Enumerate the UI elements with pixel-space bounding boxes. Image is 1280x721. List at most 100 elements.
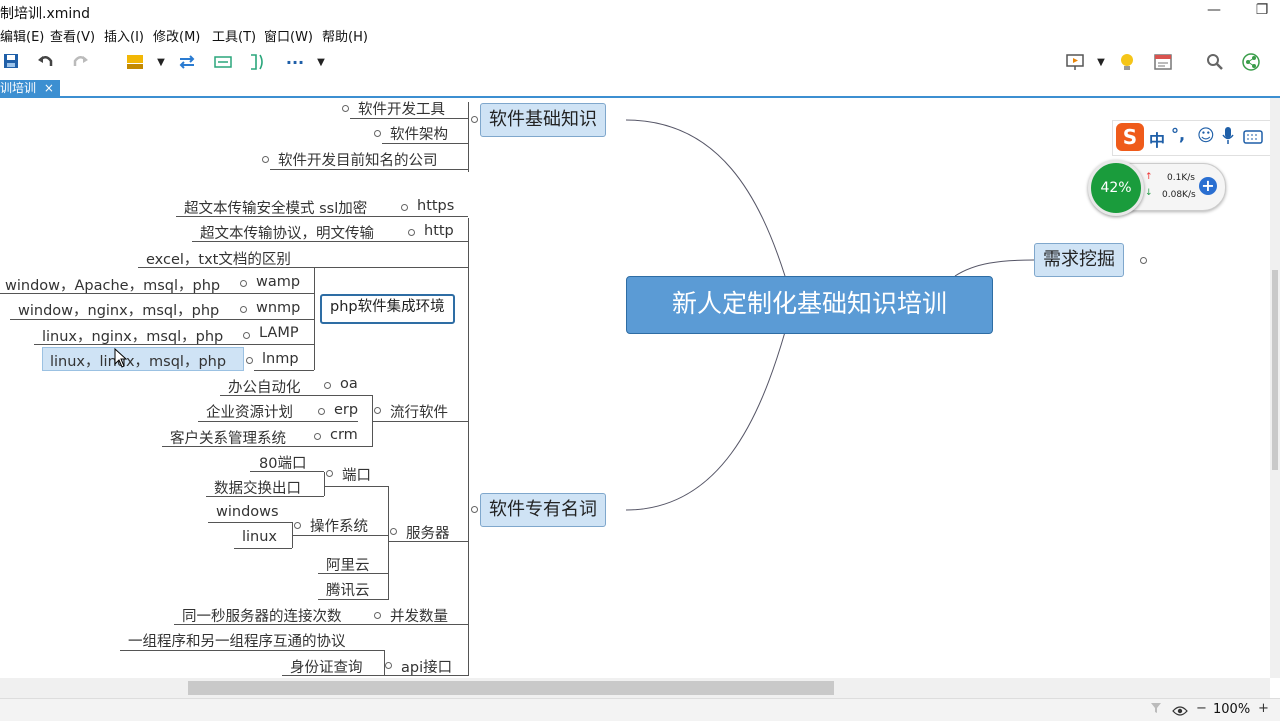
collapse-toggle[interactable]: [471, 116, 478, 123]
port-data-label[interactable]: 数据交换出口: [214, 477, 301, 498]
topic-style-icon[interactable]: [124, 52, 146, 74]
erp-label[interactable]: erp: [334, 402, 358, 418]
tab-mindmap[interactable]: 训培训 ×: [0, 80, 60, 96]
linux-label[interactable]: linux: [242, 529, 277, 545]
menu-tools[interactable]: 工具(T): [212, 26, 256, 45]
central-topic[interactable]: 新人定制化基础知识培训: [626, 276, 993, 334]
underline: [234, 548, 292, 549]
server-label[interactable]: 服务器: [406, 522, 450, 543]
topic-terms[interactable]: 软件专有名词: [480, 493, 606, 527]
chevron-down-icon[interactable]: ▼: [150, 52, 172, 74]
ime-punct-mode[interactable]: °,: [1171, 125, 1185, 144]
lamp-desc[interactable]: linux，nginx，msql，php: [42, 325, 223, 346]
port80-label[interactable]: 80端口: [259, 452, 306, 473]
menu-help[interactable]: 帮助(H): [322, 26, 368, 45]
port-label[interactable]: 端口: [342, 464, 371, 485]
chevron-down-icon[interactable]: ▼: [310, 52, 332, 74]
crm-label[interactable]: crm: [330, 427, 358, 443]
filter-icon[interactable]: [1150, 702, 1162, 717]
relationship-icon[interactable]: [176, 52, 198, 74]
crm-desc[interactable]: 客户关系管理系统: [170, 427, 286, 448]
concurrency-label[interactable]: 并发数量: [390, 605, 448, 626]
bullet: [374, 407, 381, 414]
oa-label[interactable]: oa: [340, 376, 358, 392]
tencent-label[interactable]: 腾讯云: [326, 579, 370, 600]
more-icon[interactable]: ···: [284, 52, 306, 74]
eye-icon[interactable]: [1172, 702, 1188, 721]
save-icon[interactable]: [0, 52, 22, 74]
http-desc[interactable]: 超文本传输协议，明文传输: [200, 222, 374, 243]
bullet: [324, 382, 331, 389]
wamp-label[interactable]: wamp: [256, 274, 300, 290]
http-label[interactable]: http: [424, 223, 454, 239]
windows-label[interactable]: windows: [216, 504, 279, 520]
presentation-icon[interactable]: [1064, 52, 1086, 74]
emoji-icon[interactable]: ☺: [1197, 126, 1215, 146]
lamp-label[interactable]: LAMP: [259, 325, 299, 341]
collapse-toggle[interactable]: [471, 506, 478, 513]
wnmp-label[interactable]: wnmp: [256, 300, 300, 316]
zoom-level[interactable]: 100%: [1213, 702, 1250, 717]
title-bar: 制培训.xmind — ❐: [0, 0, 1280, 24]
tab-label: 训培训: [0, 81, 37, 95]
vertical-scroll-thumb[interactable]: [1272, 270, 1278, 470]
mindmap-canvas[interactable]: 新人定制化基础知识培训 需求挖掘 软件基础知识 软件开发工具 软件架构 软件开发…: [0, 98, 1270, 676]
concurrency-desc[interactable]: 同一秒服务器的连接次数: [182, 605, 342, 626]
tab-strip: [0, 80, 1280, 98]
excel-txt-label[interactable]: excel，txt文档的区别: [146, 248, 291, 269]
restore-button[interactable]: ❐: [1252, 2, 1272, 18]
horizontal-scroll-thumb[interactable]: [188, 681, 834, 695]
wamp-desc[interactable]: window，Apache，msql，php: [5, 274, 220, 295]
topic-basics[interactable]: 软件基础知识: [480, 103, 606, 137]
menu-modify[interactable]: 修改(M): [153, 26, 200, 45]
microphone-icon[interactable]: [1221, 126, 1235, 150]
share-icon[interactable]: [1240, 52, 1262, 74]
aliyun-label[interactable]: 阿里云: [326, 554, 370, 575]
php-env-topic[interactable]: php软件集成环境: [320, 294, 455, 324]
os-label[interactable]: 操作系统: [310, 515, 368, 536]
popular-software-label[interactable]: 流行软件: [390, 401, 448, 422]
sogou-logo-icon[interactable]: S: [1116, 123, 1144, 151]
ime-chinese-mode[interactable]: 中: [1149, 127, 1165, 151]
chevron-down-icon[interactable]: ▼: [1090, 52, 1112, 74]
underline: [0, 293, 314, 294]
outline-icon[interactable]: [1152, 52, 1174, 74]
search-icon[interactable]: [1204, 52, 1226, 74]
bullet: [401, 204, 408, 211]
basics-item[interactable]: 软件架构: [390, 123, 448, 144]
https-label[interactable]: https: [417, 198, 454, 214]
lnmp-desc[interactable]: linux，linux，msql，php: [50, 350, 226, 371]
oa-desc[interactable]: 办公自动化: [228, 376, 301, 397]
minimize-button[interactable]: —: [1204, 2, 1224, 18]
menu-edit[interactable]: 编辑(E): [0, 26, 44, 45]
menu-window[interactable]: 窗口(W): [264, 26, 313, 45]
plus-icon[interactable]: +: [1199, 177, 1217, 195]
erp-desc[interactable]: 企业资源计划: [206, 401, 293, 422]
underline: [208, 522, 292, 523]
memory-gauge[interactable]: 42%: [1088, 160, 1144, 216]
lnmp-label[interactable]: lnmp: [262, 351, 299, 367]
wnmp-desc[interactable]: window，nginx，msql，php: [18, 299, 219, 320]
redo-icon[interactable]: [70, 52, 92, 74]
underline: [192, 241, 468, 242]
close-icon[interactable]: ×: [44, 81, 54, 95]
api-label[interactable]: api接口: [401, 656, 452, 676]
basics-item[interactable]: 软件开发工具: [358, 98, 445, 119]
api-desc[interactable]: 身份证查询: [290, 656, 363, 676]
basics-item[interactable]: 软件开发目前知名的公司: [278, 149, 438, 170]
topic-demand[interactable]: 需求挖掘: [1034, 243, 1124, 277]
menu-view[interactable]: 查看(V): [50, 26, 95, 45]
collapse-toggle[interactable]: [1140, 257, 1147, 264]
https-desc[interactable]: 超文本传输安全模式 ssl加密: [184, 197, 367, 218]
zoom-out-button[interactable]: −: [1196, 701, 1207, 716]
bullet: [408, 229, 415, 236]
undo-icon[interactable]: [34, 52, 56, 74]
ime-toolbar[interactable]: S 中 °, ☺: [1112, 120, 1280, 156]
boundary-icon[interactable]: [246, 52, 268, 74]
zoom-in-button[interactable]: +: [1258, 701, 1269, 716]
keyboard-icon[interactable]: [1243, 129, 1263, 148]
summary-icon[interactable]: [212, 52, 234, 74]
lightbulb-icon[interactable]: [1116, 52, 1138, 74]
menu-insert[interactable]: 插入(I): [104, 26, 144, 45]
protocol-desc[interactable]: 一组程序和另一组程序互通的协议: [128, 630, 346, 651]
